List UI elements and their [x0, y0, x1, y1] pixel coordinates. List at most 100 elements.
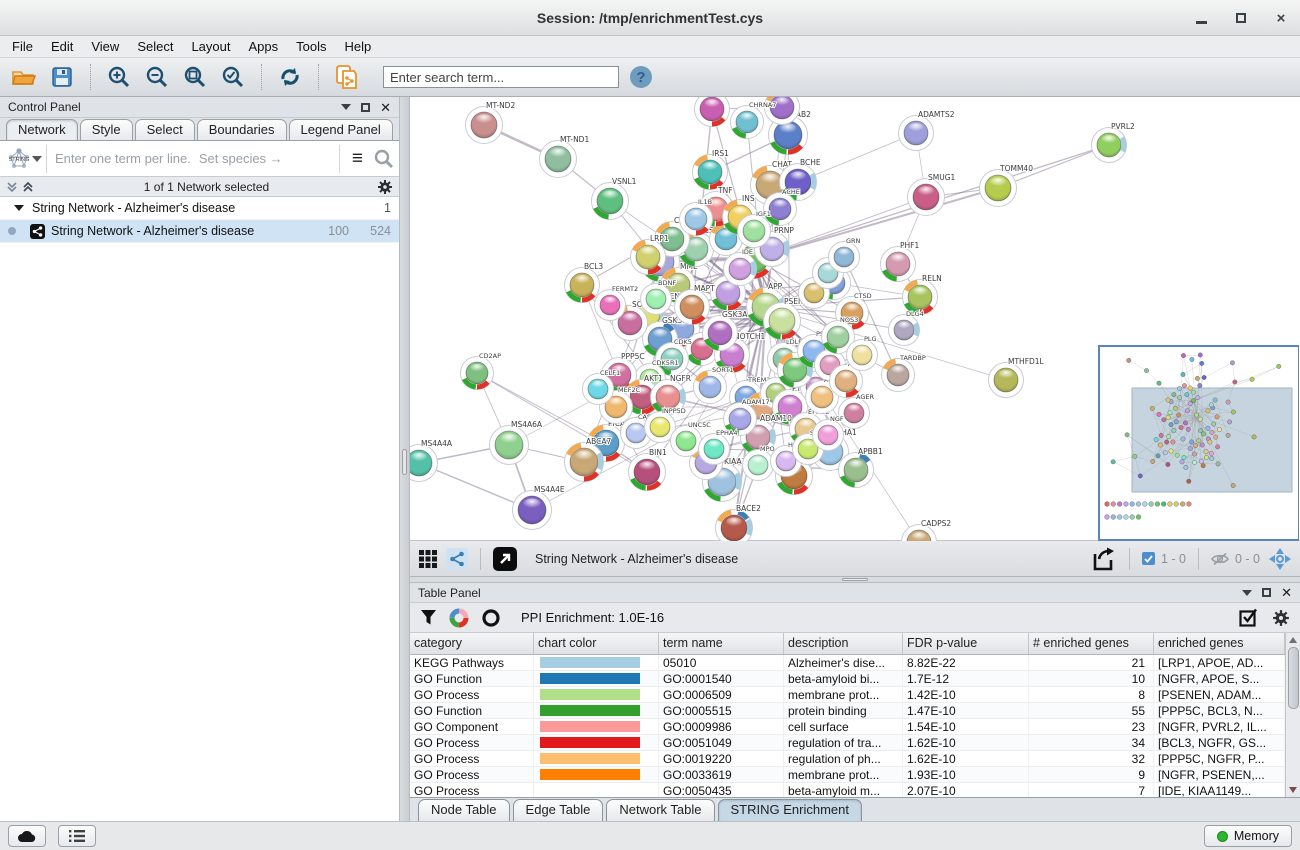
string-query-input[interactable]: Enter one term per line. Set species → — [47, 151, 339, 166]
network-from-clipboard-button[interactable] — [331, 62, 363, 92]
table-scrollbar[interactable] — [1285, 633, 1300, 797]
pie-chart-icon[interactable] — [449, 608, 469, 628]
table-row[interactable]: KEGG Pathways05010Alzheimer's dise...8.8… — [410, 655, 1285, 671]
set-species-label[interactable]: Set species → — [199, 151, 283, 166]
close-panel-icon[interactable]: ✕ — [380, 101, 391, 114]
panel-menu-icon[interactable] — [341, 104, 351, 110]
birds-eye-view[interactable] — [1099, 346, 1299, 540]
select-all-checkbox-icon[interactable] — [1239, 608, 1258, 627]
tab-network[interactable]: Network — [6, 119, 78, 140]
tab-select[interactable]: Select — [135, 119, 195, 140]
table-row[interactable]: GO FunctionGO:0001540beta-amyloid bi...1… — [410, 671, 1285, 687]
network-node-VSNL1[interactable]: VSNL1 — [592, 177, 637, 220]
scroll-up-icon[interactable] — [1289, 637, 1297, 643]
table-row[interactable]: GO ProcessGO:0006509membrane prot...1.42… — [410, 687, 1285, 703]
menu-item-select[interactable]: Select — [128, 37, 182, 56]
panel-menu-icon[interactable] — [1242, 590, 1252, 596]
network-node-MT-ND1[interactable]: MT-ND1 — [540, 135, 590, 178]
scroll-down-icon[interactable] — [1289, 787, 1297, 793]
table-row[interactable]: GO ComponentGO:0009986cell surface1.54E-… — [410, 719, 1285, 735]
network-node-SORT1[interactable]: SORT1 — [694, 366, 734, 404]
network-node-AGER[interactable]: AGER — [839, 393, 875, 429]
column-header-description[interactable]: description — [784, 633, 903, 654]
tab-string-enrichment[interactable]: STRING Enrichment — [718, 799, 862, 821]
tab-edge-table[interactable]: Edge Table — [513, 799, 604, 821]
string-search-icon[interactable] — [373, 148, 395, 170]
network-node-FYN[interactable]: FYN — [695, 97, 730, 127]
network-node-MTHFD1L[interactable]: MTHFD1L — [989, 357, 1045, 398]
network-view[interactable]: MT-ND2MT-ND1VSNL1GAB2FYNSYKCHRNA7ADAMTS2… — [410, 97, 1300, 541]
network-node-IRS1[interactable]: IRS1 — [693, 149, 730, 190]
navigate-icon[interactable] — [1268, 547, 1292, 571]
export-network-icon[interactable] — [1091, 546, 1117, 572]
tab-legend-panel[interactable]: Legend Panel — [289, 119, 393, 140]
network-node-ADAMTS2[interactable]: ADAMTS2 — [899, 110, 955, 151]
open-session-button[interactable] — [8, 62, 40, 92]
zoom-out-button[interactable] — [141, 62, 173, 92]
column-header-FDR-p-value[interactable]: FDR p-value — [903, 633, 1029, 654]
network-node-MS4A6A[interactable]: MS4A6A — [490, 420, 543, 465]
menu-item-file[interactable]: File — [10, 37, 42, 56]
close-button[interactable]: × — [1272, 9, 1290, 27]
column-header-chart-color[interactable]: chart color — [534, 633, 659, 654]
filter-icon[interactable] — [420, 609, 437, 626]
share-network-button[interactable] — [446, 548, 468, 570]
close-panel-icon[interactable]: ✕ — [1281, 586, 1292, 599]
network-node-PVRL2[interactable]: PVRL2 — [1092, 122, 1136, 163]
network-node-BACE2[interactable]: BACE2 — [716, 504, 762, 541]
network-collection-row[interactable]: String Network - Alzheimer's disease1 — [0, 197, 399, 220]
selected-checkbox-icon[interactable] — [1142, 552, 1155, 565]
network-row[interactable]: String Network - Alzheimer's disease1005… — [0, 220, 399, 243]
string-source-selector[interactable]: STRING — [4, 145, 47, 173]
tab-network-table[interactable]: Network Table — [606, 799, 714, 821]
column-header-category[interactable]: category — [410, 633, 534, 654]
zoom-selected-button[interactable] — [217, 62, 249, 92]
menu-item-apps[interactable]: Apps — [240, 37, 288, 56]
save-session-button[interactable] — [46, 62, 78, 92]
network-node-MS4A4E[interactable]: MS4A4E — [513, 485, 565, 530]
panel-splitter[interactable] — [400, 97, 410, 821]
memory-button[interactable]: Memory — [1204, 825, 1292, 847]
menu-item-view[interactable]: View — [82, 37, 128, 56]
task-history-button[interactable] — [58, 825, 96, 847]
table-row[interactable]: GO ProcessGO:0019220regulation of ph...1… — [410, 751, 1285, 767]
gear-icon[interactable] — [377, 179, 393, 195]
network-node-TOMM40[interactable]: TOMM40 — [980, 164, 1034, 207]
float-panel-icon[interactable] — [361, 103, 370, 112]
column-header-enriched-genes[interactable]: enriched genes — [1154, 633, 1285, 654]
float-panel-icon[interactable] — [1262, 588, 1271, 597]
column-header-term-name[interactable]: term name — [659, 633, 784, 654]
minimize-button[interactable] — [1192, 9, 1210, 27]
ring-chart-icon[interactable] — [481, 608, 501, 628]
network-node-BDNF[interactable]: BDNF — [641, 279, 677, 315]
network-node-CADPS2[interactable]: CADPS2 — [902, 519, 952, 541]
tab-node-table[interactable]: Node Table — [418, 799, 510, 821]
tab-style[interactable]: Style — [80, 119, 133, 140]
network-node-IL1B[interactable]: IL1B — [680, 198, 713, 236]
open-in-browser-button[interactable] — [493, 547, 517, 571]
refresh-button[interactable] — [274, 62, 306, 92]
table-row[interactable]: GO ProcessGO:0033619membrane prot...1.93… — [410, 767, 1285, 783]
menu-item-help[interactable]: Help — [336, 37, 381, 56]
network-node-PHF1[interactable]: PHF1 — [881, 241, 920, 282]
cloud-tasks-button[interactable] — [8, 825, 46, 847]
settings-gear-icon[interactable] — [1272, 609, 1290, 627]
help-button[interactable]: ? — [625, 62, 657, 92]
network-node-DLG4[interactable]: DLG4 — [889, 310, 924, 346]
expander-icon[interactable] — [14, 205, 24, 211]
string-options-icon[interactable]: ≡ — [346, 149, 369, 168]
maximize-button[interactable] — [1232, 9, 1250, 27]
zoom-in-button[interactable] — [103, 62, 135, 92]
column-header--enriched-genes[interactable]: # enriched genes — [1029, 633, 1154, 654]
network-node-BIN1[interactable]: BIN1 — [629, 448, 667, 491]
tab-boundaries[interactable]: Boundaries — [197, 119, 287, 140]
menu-item-layout[interactable]: Layout — [182, 37, 239, 56]
menu-item-tools[interactable]: Tools — [287, 37, 335, 56]
zoom-fit-button[interactable] — [179, 62, 211, 92]
search-input[interactable] — [383, 66, 619, 88]
network-node-GRN[interactable]: GRN — [829, 237, 861, 273]
table-row[interactable]: GO FunctionGO:0005515protein binding1.47… — [410, 703, 1285, 719]
table-row[interactable]: GO ProcessGO:0051049regulation of tra...… — [410, 735, 1285, 751]
table-row[interactable]: GO ProcessGO:0050435beta-amyloid m...2.0… — [410, 783, 1285, 797]
grid-view-icon[interactable] — [418, 549, 438, 569]
